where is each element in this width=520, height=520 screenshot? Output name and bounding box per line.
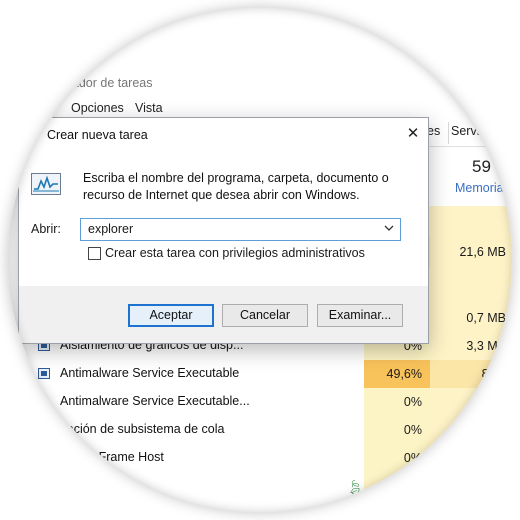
open-label: Abrir: bbox=[31, 222, 61, 236]
screenshot-canvas: strador de tareas Opciones Vista es Serv… bbox=[0, 0, 520, 520]
dialog-description: Escriba el nombre del programa, carpeta,… bbox=[83, 171, 389, 202]
memory-cell: 3,3 MB bbox=[466, 339, 506, 353]
admin-checkbox-label[interactable]: Crear esta tarea con privilegios adminis… bbox=[105, 246, 365, 260]
admin-checkbox[interactable] bbox=[88, 247, 101, 260]
efficiency-leaf-icon: 🍃︎ bbox=[346, 479, 364, 495]
process-name: Antimalware Service Executable... bbox=[60, 394, 250, 408]
tab-services[interactable]: Servici bbox=[448, 122, 489, 144]
browse-button[interactable]: Examinar... bbox=[317, 304, 403, 327]
dialog-title: Crear nueva tarea bbox=[47, 128, 148, 142]
chevron-down-icon[interactable] bbox=[384, 223, 394, 233]
accept-button[interactable]: Aceptar bbox=[128, 304, 214, 327]
cpu-cell: 0% bbox=[403, 423, 422, 437]
memory-percent: 59 bbox=[472, 157, 491, 176]
column-header-partial[interactable]: es bbox=[427, 124, 445, 146]
process-name: plicación de subsistema de cola bbox=[48, 422, 225, 436]
cancel-button[interactable]: Cancelar bbox=[222, 304, 308, 327]
table-row[interactable]: Antimalware Service Executable 49,6% 84,… bbox=[18, 360, 512, 388]
close-icon[interactable]: ✕ bbox=[403, 124, 423, 144]
menu-options[interactable]: Opciones bbox=[71, 101, 124, 115]
open-combobox[interactable]: explorer bbox=[80, 218, 401, 241]
task-manager-title: strador de tareas bbox=[58, 76, 153, 90]
memory-cell: 47 bbox=[492, 395, 506, 409]
open-input[interactable]: explorer bbox=[88, 222, 133, 236]
cpu-cell: 49,6% bbox=[364, 360, 430, 388]
process-name: Antimalware Service Executable bbox=[60, 366, 240, 380]
memory-cell: 0,7 MB bbox=[466, 311, 506, 325]
table-row[interactable]: plicación de subsistema de cola 0% bbox=[18, 416, 512, 444]
memory-column-header[interactable]: Memoria bbox=[455, 181, 504, 195]
cpu-cell: 0% bbox=[403, 395, 422, 409]
run-dialog-icon bbox=[31, 173, 61, 195]
cpu-cell: 0% bbox=[403, 451, 422, 465]
process-name: ation Frame Host bbox=[68, 450, 164, 464]
table-row[interactable]: Antimalware Service Executable... 0% 47 bbox=[18, 388, 512, 416]
memory-cell: 84,0 bbox=[430, 360, 512, 388]
process-icon bbox=[38, 368, 50, 379]
circular-crop: strador de tareas Opciones Vista es Serv… bbox=[8, 8, 512, 512]
memory-cell: 21,6 MB bbox=[459, 245, 506, 259]
menu-view[interactable]: Vista bbox=[135, 101, 163, 115]
table-row[interactable]: ation Frame Host 0% bbox=[18, 444, 512, 472]
create-task-dialog: Crear nueva tarea ✕ Escriba el nombre de… bbox=[18, 117, 429, 344]
